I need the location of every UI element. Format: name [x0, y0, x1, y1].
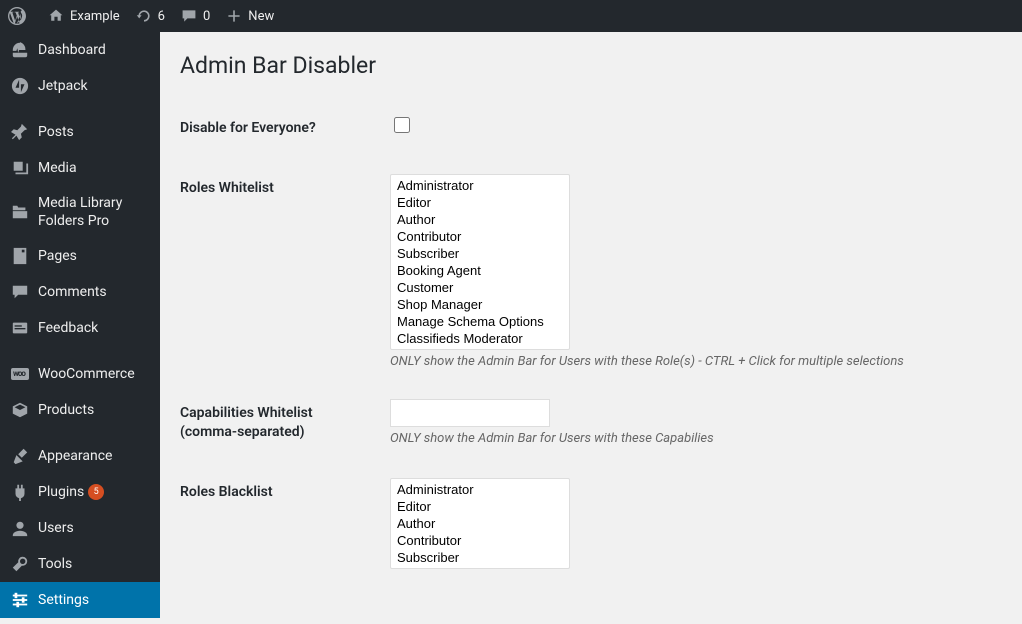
appearance-icon	[10, 446, 30, 466]
updates-count: 6	[158, 9, 165, 24]
caps-whitelist-help: ONLY show the Admin Bar for Users with t…	[390, 431, 992, 446]
comments-count: 0	[203, 9, 210, 24]
sidebar-item-comments[interactable]: Comments	[0, 274, 160, 310]
sidebar-item-tools[interactable]: Tools	[0, 546, 160, 582]
pin-icon	[10, 122, 30, 142]
sidebar-item-label: WooCommerce	[38, 365, 135, 383]
sidebar-item-label: Media Library Folders Pro	[38, 194, 152, 230]
role-option[interactable]: Editor	[393, 194, 567, 211]
sidebar-item-appearance[interactable]: Appearance	[0, 438, 160, 474]
sidebar-item-label: Feedback	[38, 319, 98, 337]
sidebar-item-label: Tools	[38, 555, 72, 573]
role-option[interactable]: Editor	[393, 498, 567, 515]
jetpack-icon	[10, 76, 30, 96]
page-icon	[10, 246, 30, 266]
sidebar-item-feedback[interactable]: Feedback	[0, 310, 160, 346]
sidebar-item-dashboard[interactable]: Dashboard	[0, 32, 160, 68]
plugins-icon	[10, 482, 30, 502]
media-icon	[10, 158, 30, 178]
sidebar-item-label: Jetpack	[38, 77, 88, 95]
feedback-icon	[10, 318, 30, 338]
comment-icon	[10, 282, 30, 302]
role-option[interactable]: Contributor	[393, 532, 567, 549]
role-option[interactable]: Subscriber	[393, 245, 567, 262]
sidebar-item-media[interactable]: Media	[0, 150, 160, 186]
sidebar-item-products[interactable]: Products	[0, 392, 160, 428]
role-option[interactable]: Administrator	[393, 481, 567, 498]
role-option[interactable]: Manage Schema Options	[393, 313, 567, 330]
sidebar-item-users[interactable]: Users	[0, 510, 160, 546]
admin-bar: Example 6 0 New	[0, 0, 1022, 32]
products-icon	[10, 400, 30, 420]
disable-everyone-label: Disable for Everyone?	[180, 99, 380, 159]
sidebar-item-label: Appearance	[38, 447, 112, 465]
users-icon	[10, 518, 30, 538]
sidebar-item-pages[interactable]: Pages	[0, 238, 160, 274]
role-option[interactable]: Author	[393, 211, 567, 228]
sidebar-item-label: Pages	[38, 247, 77, 265]
plus-icon	[226, 8, 242, 24]
sidebar-item-posts[interactable]: Posts	[0, 114, 160, 150]
sidebar-item-label: Media	[38, 159, 77, 177]
role-option[interactable]: Author	[393, 515, 567, 532]
caps-whitelist-input[interactable]	[390, 399, 550, 427]
tools-icon	[10, 554, 30, 574]
sidebar-item-jetpack[interactable]: Jetpack	[0, 68, 160, 104]
sidebar-item-plugins[interactable]: Plugins 5	[0, 474, 160, 510]
role-option[interactable]: Shop Manager	[393, 296, 567, 313]
comments-menu[interactable]: 0	[173, 0, 218, 32]
roles-whitelist-select[interactable]: AdministratorEditorAuthorContributorSubs…	[390, 174, 570, 350]
sidebar-item-media-library-folders[interactable]: Media Library Folders Pro	[0, 186, 160, 238]
new-label: New	[248, 9, 274, 24]
settings-form: Disable for Everyone? Roles Whitelist Ad…	[180, 99, 1002, 584]
wordpress-logo-icon	[8, 7, 26, 25]
sidebar-item-label: Plugins	[38, 483, 84, 501]
role-option[interactable]: Contributor	[393, 228, 567, 245]
caps-whitelist-label: Capabilities Whitelist (comma-separated)	[180, 384, 380, 463]
roles-blacklist-label: Roles Blacklist	[180, 463, 380, 584]
comment-icon	[181, 8, 197, 24]
sidebar-item-label: Dashboard	[38, 41, 106, 59]
roles-whitelist-label: Roles Whitelist	[180, 159, 380, 384]
woocommerce-icon: woo	[10, 364, 30, 384]
update-icon	[136, 8, 152, 24]
role-option[interactable]: Booking Agent	[393, 262, 567, 279]
role-option[interactable]: Subscriber	[393, 549, 567, 566]
site-name: Example	[70, 9, 120, 24]
sidebar-item-woocommerce[interactable]: woo WooCommerce	[0, 356, 160, 392]
role-option[interactable]: Customer	[393, 279, 567, 296]
role-option[interactable]: Classifieds Moderator	[393, 330, 567, 347]
site-name-menu[interactable]: Example	[40, 0, 128, 32]
new-content-menu[interactable]: New	[218, 0, 282, 32]
dashboard-icon	[10, 40, 30, 60]
updates-menu[interactable]: 6	[128, 0, 173, 32]
admin-sidebar: Dashboard Jetpack Posts Media Media Libr…	[0, 32, 160, 604]
main-content: Admin Bar Disabler Disable for Everyone?…	[160, 0, 1022, 624]
sidebar-item-label: Products	[38, 401, 94, 419]
roles-blacklist-select[interactable]: AdministratorEditorAuthorContributorSubs…	[390, 478, 570, 569]
sidebar-item-label: Users	[38, 519, 74, 537]
roles-whitelist-help: ONLY show the Admin Bar for Users with t…	[390, 354, 992, 369]
home-icon	[48, 8, 64, 24]
disable-everyone-checkbox[interactable]	[394, 117, 410, 133]
wp-logo-menu[interactable]	[0, 0, 40, 32]
plugins-update-badge: 5	[88, 484, 104, 500]
role-option[interactable]: Administrator	[393, 177, 567, 194]
sidebar-item-label: Posts	[38, 123, 74, 141]
folder-tree-icon	[10, 202, 30, 222]
sidebar-item-label: Comments	[38, 283, 107, 301]
page-title: Admin Bar Disabler	[180, 52, 1002, 79]
